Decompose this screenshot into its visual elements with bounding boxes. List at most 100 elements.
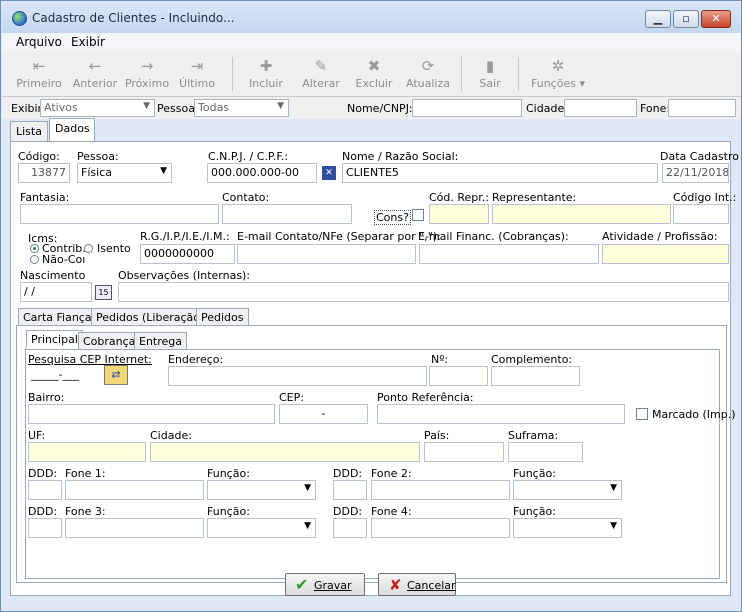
toolbar-proximo-button[interactable]: → Próximo	[122, 55, 172, 95]
add-icon: ✚	[259, 57, 273, 75]
close-button[interactable]: ✕	[701, 10, 731, 28]
email-financ-field[interactable]	[419, 244, 599, 264]
nome-cnpj-input[interactable]	[412, 99, 522, 117]
delete-icon: ✖	[367, 57, 381, 75]
data-cadastro-label: Data Cadastro	[660, 150, 739, 163]
cidade-filter-input[interactable]	[564, 99, 637, 117]
codigo-label: Código:	[18, 150, 60, 163]
cod-repr-field[interactable]	[429, 204, 489, 224]
numero-field[interactable]	[429, 366, 488, 386]
cnpj-field[interactable]: 000.000.000-00	[207, 163, 317, 183]
toolbar-incluir-button[interactable]: ✚ Incluir	[244, 55, 288, 95]
cep-search-button[interactable]: ⇄	[104, 365, 128, 385]
atividade-field[interactable]	[602, 244, 729, 264]
bairro-label: Bairro:	[28, 391, 65, 404]
calendar-icon[interactable]: 15	[95, 285, 112, 300]
menu-arquivo[interactable]: Arquivo	[16, 35, 62, 49]
toolbar-excluir-button[interactable]: ✖ Excluir	[351, 55, 397, 95]
tab-pedidos-liberacao[interactable]: Pedidos (Liberação)	[91, 308, 210, 326]
ddd3-field[interactable]	[28, 518, 62, 538]
codigo-int-field[interactable]	[673, 204, 729, 224]
close-icon: ✕	[711, 12, 721, 25]
representante-field[interactable]	[492, 204, 671, 224]
toolbar-alterar-button[interactable]: ✎ Alterar	[299, 55, 343, 95]
gravar-button[interactable]: ✔ Gravar	[285, 573, 365, 596]
cons-label: Cons?	[374, 210, 411, 225]
ponto-referencia-field[interactable]	[377, 404, 625, 424]
complemento-field[interactable]	[491, 366, 580, 386]
fone2-field[interactable]	[371, 480, 510, 500]
atividade-label: Atividade / Profissão:	[602, 230, 718, 243]
cep-search-field[interactable]: _____-___	[28, 366, 100, 386]
email-field[interactable]	[237, 244, 416, 264]
funcao2-select[interactable]: ▼	[513, 480, 622, 500]
lookup-icon[interactable]: ✕	[322, 166, 336, 180]
tab-lista[interactable]: Lista	[10, 121, 48, 141]
cep-field[interactable]: -	[279, 404, 368, 424]
tab-carta-fianca[interactable]: Carta Fiança	[18, 308, 97, 326]
fantasia-field[interactable]	[20, 204, 219, 224]
ddd2-field[interactable]	[333, 480, 367, 500]
ddd2-label: DDD:	[333, 467, 363, 480]
toolbar-anterior-button[interactable]: ← Anterior	[70, 55, 120, 95]
tab-principal[interactable]: Principal	[26, 330, 83, 348]
maximize-button[interactable]: ▫	[673, 10, 699, 28]
cidade-field[interactable]	[150, 442, 420, 462]
email-label: E-mail Contato/NFe (Separar por ","):	[237, 230, 441, 243]
title-bar: Cadastro de Clientes - Incluindo... ▁ ▫ …	[1, 1, 741, 33]
toolbar-funcoes-button[interactable]: ✲ Funções ▾	[526, 55, 590, 95]
fone4-label: Fone 4:	[371, 505, 412, 518]
minimize-button[interactable]: ▁	[645, 10, 671, 28]
pais-field[interactable]	[424, 442, 504, 462]
exibir-select[interactable]: Ativos ▼	[40, 99, 155, 117]
icms-isento-label: Isento	[97, 242, 131, 255]
menu-exibir[interactable]: Exibir	[71, 35, 105, 49]
fone1-field[interactable]	[65, 480, 204, 500]
tab-cobranca[interactable]: Cobrança	[78, 332, 141, 350]
codigo-field[interactable]: 13877	[18, 163, 70, 183]
icms-contrib-radio[interactable]	[30, 244, 39, 253]
rg-field[interactable]: 0000000000	[140, 244, 235, 264]
observacoes-field[interactable]	[118, 282, 729, 302]
tab-dados[interactable]: Dados	[49, 118, 95, 141]
pessoa-filter-select[interactable]: Todas ▼	[194, 99, 289, 117]
funcao1-select[interactable]: ▼	[207, 480, 316, 500]
representante-label: Representante:	[492, 191, 577, 204]
window-title: Cadastro de Clientes - Incluindo...	[32, 11, 235, 25]
uf-label: UF:	[28, 429, 46, 442]
toolbar-primeiro-button[interactable]: ⇤ Primeiro	[16, 55, 62, 95]
contato-field[interactable]	[222, 204, 352, 224]
fone4-field[interactable]	[371, 518, 510, 538]
cancelar-button[interactable]: ✘ Cancelar	[378, 573, 456, 596]
toolbar-atualiza-button[interactable]: ⟳ Atualiza	[403, 55, 453, 95]
funcao1-label: Função:	[207, 467, 250, 480]
tab-entrega[interactable]: Entrega	[134, 332, 188, 350]
icms-isento-radio[interactable]	[84, 244, 93, 253]
marcado-checkbox[interactable]	[636, 408, 648, 420]
toolbar-sair-button[interactable]: ▮ Sair	[472, 55, 508, 95]
data-cadastro-field[interactable]: 22/11/2018	[662, 163, 729, 183]
refresh-icon: ⇄	[111, 368, 121, 381]
fone1-label: Fone 1:	[65, 467, 106, 480]
cons-checkbox[interactable]	[412, 209, 424, 221]
toolbar-ultimo-button[interactable]: ⇥ Último	[175, 55, 219, 95]
ddd4-field[interactable]	[333, 518, 367, 538]
bairro-field[interactable]	[28, 404, 275, 424]
toolbar-separator	[461, 57, 462, 91]
uf-field[interactable]	[28, 442, 146, 462]
ddd1-field[interactable]	[28, 480, 62, 500]
nascimento-field[interactable]: / /	[20, 282, 92, 302]
funcao3-select[interactable]: ▼	[207, 518, 316, 538]
tab-pedidos[interactable]: Pedidos	[196, 308, 249, 326]
fone-filter-input[interactable]	[668, 99, 736, 117]
icms-nao-radio[interactable]	[30, 255, 39, 264]
pessoa-select[interactable]: Física ▼	[77, 163, 172, 183]
suframa-field[interactable]	[508, 442, 583, 462]
fone3-field[interactable]	[65, 518, 204, 538]
nome-field[interactable]: CLIENTE5	[342, 163, 658, 183]
funcao4-select[interactable]: ▼	[513, 518, 622, 538]
ddd3-label: DDD:	[28, 505, 58, 518]
funcao4-label: Função:	[513, 505, 556, 518]
endereco-field[interactable]	[168, 366, 427, 386]
pais-label: País:	[424, 429, 450, 442]
